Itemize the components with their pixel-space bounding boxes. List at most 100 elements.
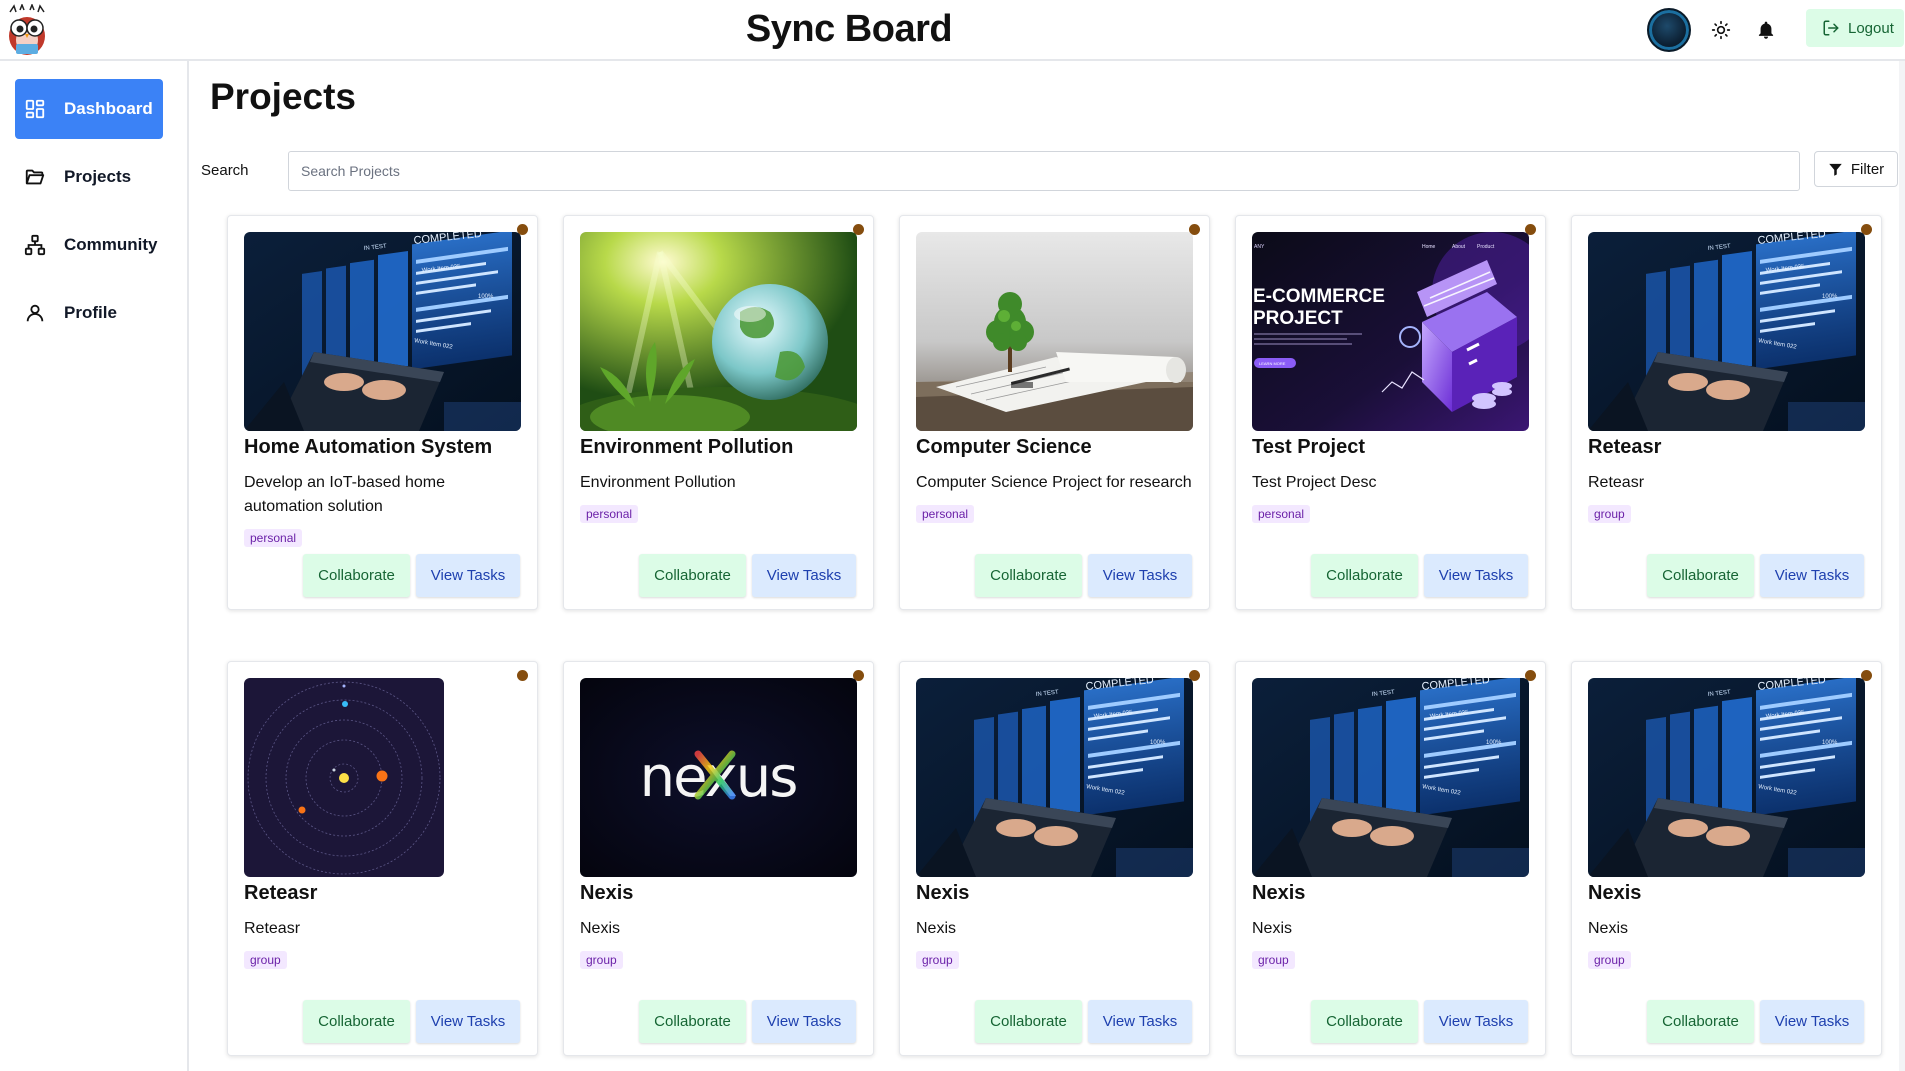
user-icon bbox=[26, 304, 44, 322]
page-title: Projects bbox=[210, 76, 357, 117]
project-title: Nexis bbox=[580, 882, 634, 904]
sidebar-item-projects[interactable]: Projects bbox=[15, 147, 163, 207]
project-type-badge: group bbox=[244, 951, 287, 969]
project-title: Environment Pollution bbox=[580, 436, 794, 458]
project-image: COMPLETED IN TEST Work Item 035 Work Ite… bbox=[916, 678, 1193, 877]
top-bar: Sync Board Logout bbox=[0, 0, 1905, 61]
sidebar-item-profile[interactable]: Profile bbox=[15, 283, 163, 343]
project-title: Reteasr bbox=[244, 882, 318, 904]
sidebar-item-label: Dashboard bbox=[64, 99, 153, 118]
project-title: Computer Science bbox=[916, 436, 1092, 458]
collaborate-button[interactable]: Collaborate bbox=[975, 1000, 1082, 1043]
theme-toggle-button[interactable] bbox=[1706, 15, 1736, 45]
notifications-button[interactable] bbox=[1751, 15, 1781, 45]
filter-label: Filter bbox=[1850, 160, 1885, 178]
sidebar-item-community[interactable]: Community bbox=[15, 215, 163, 275]
project-type-badge: group bbox=[1588, 505, 1631, 523]
project-type-badge: personal bbox=[916, 505, 975, 523]
project-title: Nexis bbox=[916, 882, 970, 904]
svg-text:About: About bbox=[1452, 244, 1466, 250]
filter-icon bbox=[1829, 163, 1842, 176]
project-image: COMPLETED IN TEST Work Item 035 Work Ite… bbox=[1588, 678, 1865, 877]
sidebar-item-label: Profile bbox=[64, 303, 117, 322]
svg-text:100%: 100% bbox=[1822, 740, 1838, 746]
project-type-badge: personal bbox=[1252, 505, 1311, 523]
collaborate-button[interactable]: Collaborate bbox=[1647, 1000, 1754, 1043]
project-image bbox=[580, 232, 857, 431]
project-description: Nexis bbox=[916, 920, 957, 937]
svg-text:100%: 100% bbox=[1150, 740, 1166, 746]
dashboard-grid-icon bbox=[25, 99, 45, 119]
project-card[interactable]: COMPLETED IN TEST Work Item 035 Work Ite… bbox=[899, 661, 1210, 1056]
svg-text:PROJECT: PROJECT bbox=[1253, 308, 1343, 329]
svg-text:E-COMMERCE: E-COMMERCE bbox=[1253, 286, 1385, 307]
project-description: Nexis bbox=[1252, 920, 1293, 937]
collaborate-button[interactable]: Collaborate bbox=[1311, 554, 1418, 597]
sidebar: Dashboard Projects Community Profile bbox=[0, 61, 189, 1071]
project-description: Nexis bbox=[580, 920, 621, 937]
svg-text:100%: 100% bbox=[1486, 740, 1502, 746]
collaborate-button[interactable]: Collaborate bbox=[639, 554, 746, 597]
view-tasks-button[interactable]: View Tasks bbox=[1760, 554, 1864, 597]
project-card[interactable]: ANY Home About Product E-COMMERCE PROJEC… bbox=[1235, 215, 1546, 610]
project-image bbox=[916, 232, 1193, 431]
view-tasks-button[interactable]: View Tasks bbox=[1088, 554, 1192, 597]
logout-button[interactable]: Logout bbox=[1806, 9, 1904, 47]
view-tasks-button[interactable]: View Tasks bbox=[752, 554, 856, 597]
project-image: COMPLETED IN TEST Work Item 035 Work Ite… bbox=[1588, 232, 1865, 431]
folder-open-icon bbox=[25, 169, 45, 185]
view-tasks-button[interactable]: View Tasks bbox=[416, 1000, 520, 1043]
svg-text:100%: 100% bbox=[478, 294, 494, 300]
project-title: Reteasr bbox=[1588, 436, 1662, 458]
collaborate-button[interactable]: Collaborate bbox=[1647, 554, 1754, 597]
sidebar-item-label: Community bbox=[64, 235, 158, 254]
project-card[interactable]: COMPLETED IN TEST Work Item 035 Work Ite… bbox=[1571, 215, 1882, 610]
search-input[interactable] bbox=[288, 151, 1800, 191]
project-title: Test Project bbox=[1252, 436, 1365, 458]
svg-text:ANY: ANY bbox=[1254, 244, 1265, 250]
project-type-badge: group bbox=[580, 951, 623, 969]
project-image: COMPLETED IN TEST Work Item 035 Work Ite… bbox=[244, 232, 521, 431]
view-tasks-button[interactable]: View Tasks bbox=[752, 1000, 856, 1043]
bell-icon bbox=[1758, 21, 1774, 39]
project-description: Reteasr bbox=[244, 920, 301, 937]
project-image: COMPLETED IN TEST Work Item 035 Work Ite… bbox=[1252, 678, 1529, 877]
view-tasks-button[interactable]: View Tasks bbox=[1424, 554, 1528, 597]
project-card[interactable]: COMPLETED IN TEST Work Item 035 Work Ite… bbox=[227, 215, 538, 610]
svg-text:Home: Home bbox=[1422, 244, 1436, 250]
collaborate-button[interactable]: Collaborate bbox=[639, 1000, 746, 1043]
user-avatar[interactable] bbox=[1647, 8, 1691, 52]
network-icon bbox=[24, 234, 46, 256]
svg-text:Product: Product bbox=[1477, 244, 1495, 250]
collaborate-button[interactable]: Collaborate bbox=[975, 554, 1082, 597]
collaborate-button[interactable]: Collaborate bbox=[303, 554, 410, 597]
view-tasks-button[interactable]: View Tasks bbox=[1088, 1000, 1192, 1043]
project-image bbox=[244, 678, 444, 877]
project-card[interactable]: Computer Science Computer Science Projec… bbox=[899, 215, 1210, 610]
project-card[interactable]: nexus Nexis Nexis group Collaborate View… bbox=[563, 661, 874, 1056]
project-type-badge: group bbox=[1252, 951, 1295, 969]
project-description: Nexis bbox=[1588, 920, 1629, 937]
scrollbar[interactable] bbox=[1899, 61, 1905, 1071]
project-title: Home Automation System bbox=[244, 436, 493, 458]
collaborate-button[interactable]: Collaborate bbox=[1311, 1000, 1418, 1043]
project-card[interactable]: Environment Pollution Environment Pollut… bbox=[563, 215, 874, 610]
project-card[interactable]: Reteasr Reteasr group Collaborate View T… bbox=[227, 661, 538, 1056]
project-card[interactable]: COMPLETED IN TEST Work Item 035 Work Ite… bbox=[1235, 661, 1546, 1056]
collaborate-button[interactable]: Collaborate bbox=[303, 1000, 410, 1043]
logout-icon bbox=[1823, 20, 1839, 36]
view-tasks-button[interactable]: View Tasks bbox=[416, 554, 520, 597]
project-card[interactable]: COMPLETED IN TEST Work Item 035 Work Ite… bbox=[1571, 661, 1882, 1056]
project-type-badge: personal bbox=[580, 505, 639, 523]
sidebar-item-dashboard[interactable]: Dashboard bbox=[15, 79, 163, 139]
project-image: ANY Home About Product E-COMMERCE PROJEC… bbox=[1252, 232, 1529, 431]
project-description: Computer Science Project for research bbox=[916, 474, 1192, 491]
view-tasks-button[interactable]: View Tasks bbox=[1424, 1000, 1528, 1043]
status-dot bbox=[517, 670, 528, 681]
sun-icon bbox=[1711, 20, 1731, 40]
view-tasks-button[interactable]: View Tasks bbox=[1760, 1000, 1864, 1043]
project-description: Reteasr bbox=[1588, 474, 1645, 491]
project-type-badge: group bbox=[916, 951, 959, 969]
logout-label: Logout bbox=[1848, 19, 1894, 37]
filter-button[interactable]: Filter bbox=[1814, 151, 1898, 187]
